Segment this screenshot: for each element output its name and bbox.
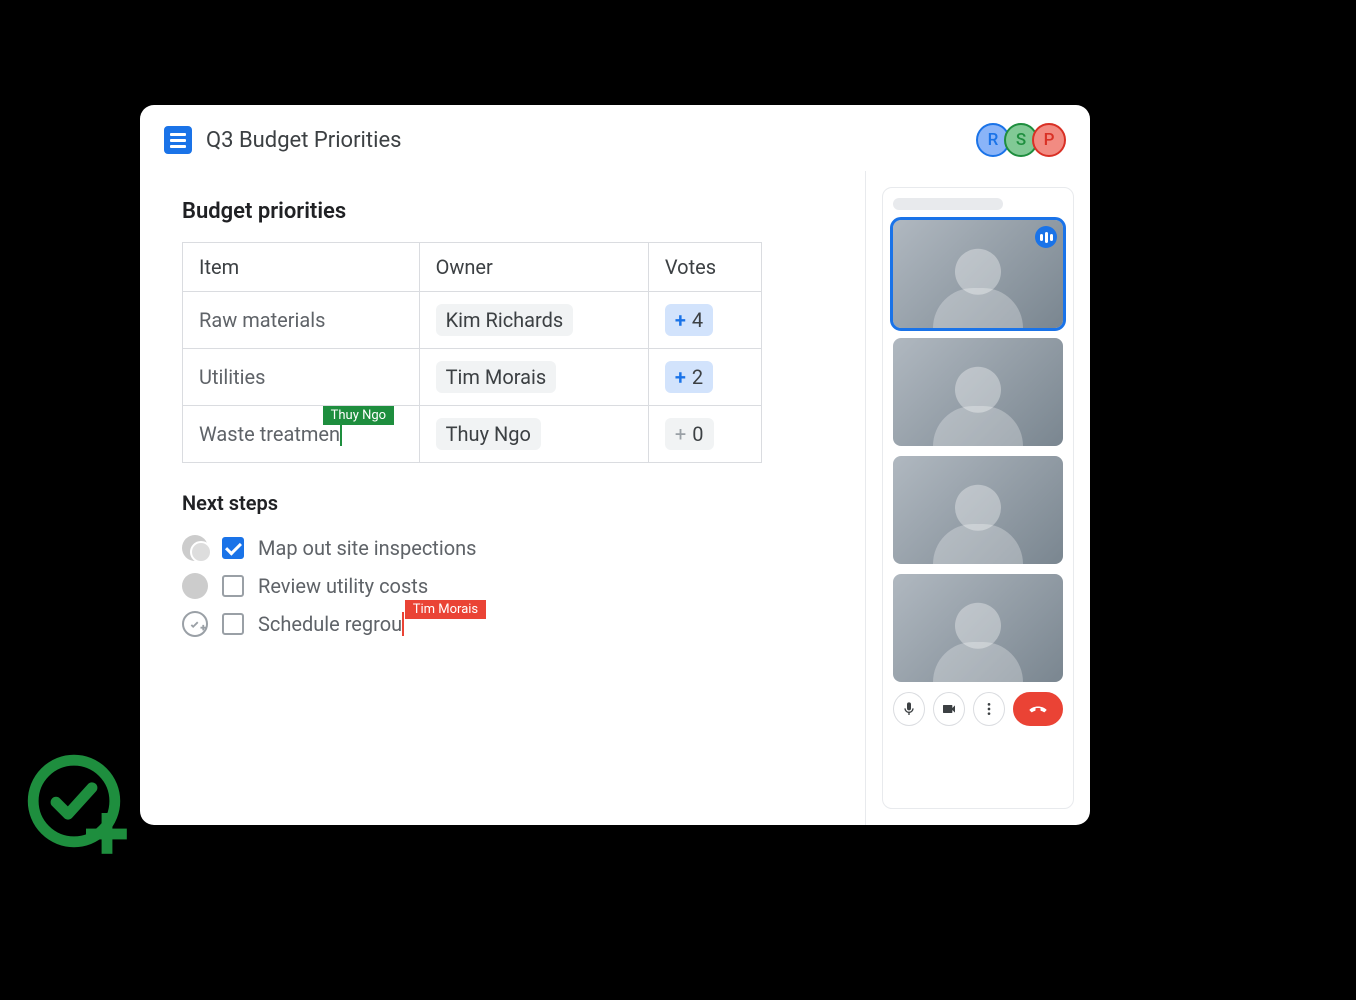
owner-chip[interactable]: Thuy Ngo: [436, 418, 541, 450]
vote-chip[interactable]: +0: [665, 418, 714, 450]
col-owner: Owner: [419, 243, 648, 292]
document-window: Q3 Budget Priorities R S P Budget priori…: [140, 105, 1090, 825]
task-text[interactable]: Schedule regrou: [258, 612, 404, 636]
plus-icon: +: [675, 422, 686, 446]
body: Budget priorities Item Owner Votes Raw m…: [140, 171, 1090, 825]
cell-item[interactable]: Raw materials: [183, 292, 420, 349]
cell-votes[interactable]: +2: [648, 349, 761, 406]
table-header-row: Item Owner Votes: [183, 243, 762, 292]
participant-tile[interactable]: [893, 338, 1063, 446]
cell-owner[interactable]: Thuy Ngo: [419, 406, 648, 463]
assign-add-icon[interactable]: [182, 611, 208, 637]
checkbox[interactable]: [222, 575, 244, 597]
mic-button[interactable]: [893, 692, 925, 726]
next-steps-heading: Next steps: [182, 491, 823, 515]
assignee-avatar[interactable]: [182, 573, 208, 599]
cell-owner[interactable]: Tim Morais: [419, 349, 648, 406]
checkbox[interactable]: [222, 613, 244, 635]
assignee-avatar-group[interactable]: [182, 535, 208, 561]
table-row[interactable]: Waste treatmen Thuy Ngo Thuy Ngo +0: [183, 406, 762, 463]
cell-item[interactable]: Utilities: [183, 349, 420, 406]
docs-icon: [164, 126, 192, 154]
cell-votes[interactable]: +0: [648, 406, 761, 463]
next-steps-list: Map out site inspections Review utility …: [182, 529, 823, 643]
col-votes: Votes: [648, 243, 761, 292]
list-item[interactable]: Map out site inspections: [182, 529, 823, 567]
camera-button[interactable]: [933, 692, 965, 726]
plus-icon: +: [675, 308, 686, 332]
meet-controls: [893, 692, 1063, 726]
meet-panel: [866, 171, 1090, 825]
presence-cursor-label: Tim Morais: [405, 600, 486, 619]
collaborator-avatar[interactable]: P: [1032, 123, 1066, 157]
owner-chip[interactable]: Tim Morais: [436, 361, 557, 393]
titlebar: Q3 Budget Priorities R S P: [140, 105, 1090, 171]
vote-chip[interactable]: +2: [665, 361, 713, 393]
owner-chip[interactable]: Kim Richards: [436, 304, 574, 336]
document-pane[interactable]: Budget priorities Item Owner Votes Raw m…: [140, 171, 866, 825]
presence-cursor-label: Thuy Ngo: [323, 406, 394, 425]
vote-chip[interactable]: +4: [665, 304, 713, 336]
collaborator-avatars: R S P: [982, 123, 1066, 157]
participant-tile[interactable]: [893, 456, 1063, 564]
col-item: Item: [183, 243, 420, 292]
cell-item[interactable]: Waste treatmen Thuy Ngo: [183, 406, 420, 463]
priorities-table[interactable]: Item Owner Votes Raw materials Kim Richa…: [182, 242, 762, 463]
checkbox[interactable]: [222, 537, 244, 559]
cell-votes[interactable]: +4: [648, 292, 761, 349]
task-text[interactable]: Review utility costs: [258, 574, 428, 598]
plus-icon: +: [675, 365, 686, 389]
list-item[interactable]: Review utility costs: [182, 567, 823, 605]
speaking-indicator-icon: [1035, 226, 1057, 248]
cell-owner[interactable]: Kim Richards: [419, 292, 648, 349]
participant-tile[interactable]: [893, 220, 1063, 328]
task-text[interactable]: Map out site inspections: [258, 536, 476, 560]
meet-title-placeholder: [893, 198, 1003, 210]
table-row[interactable]: Utilities Tim Morais +2: [183, 349, 762, 406]
document-title[interactable]: Q3 Budget Priorities: [206, 128, 968, 153]
meet-card: [882, 187, 1074, 809]
participant-tile[interactable]: [893, 574, 1063, 682]
editing-task[interactable]: Schedule regrou Tim Morais: [258, 612, 404, 636]
task-check-plus-icon: [20, 747, 140, 867]
list-item[interactable]: Schedule regrou Tim Morais: [182, 605, 823, 643]
section-heading: Budget priorities: [182, 199, 823, 224]
end-call-button[interactable]: [1013, 692, 1063, 726]
editing-cell[interactable]: Waste treatmen Thuy Ngo: [199, 422, 342, 446]
more-options-button[interactable]: [973, 692, 1005, 726]
table-row[interactable]: Raw materials Kim Richards +4: [183, 292, 762, 349]
